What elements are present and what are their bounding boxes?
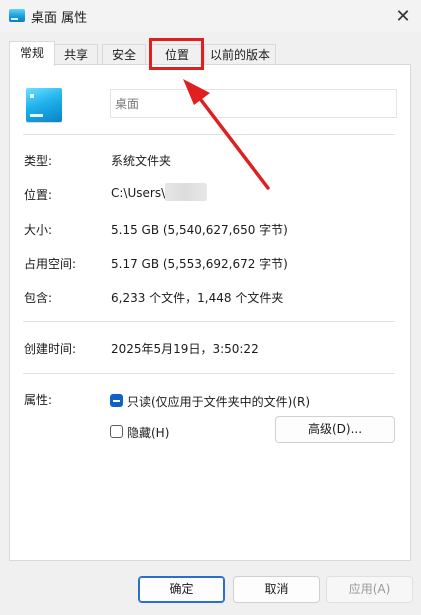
window-title: 桌面 属性 xyxy=(31,11,88,26)
type-value: 系统文件夹 xyxy=(111,154,172,168)
title-bar: 桌面 属性 ✕ xyxy=(0,0,421,32)
location-label: 位置: xyxy=(24,188,53,202)
hidden-checkbox[interactable] xyxy=(110,425,123,438)
advanced-button[interactable]: 高级(D)... xyxy=(275,416,395,443)
location-value: C:\Users\ xyxy=(111,183,208,201)
general-panel: 桌面 类型: 系统文件夹 位置: C:\Users\ 大小: 5.15 GB (… xyxy=(9,64,411,561)
contains-value: 6,233 个文件，1,448 个文件夹 xyxy=(111,291,284,305)
tab-general[interactable]: 常规 xyxy=(9,41,55,66)
disk-size-value: 5.17 GB (5,553,692,672 字节) xyxy=(111,257,288,271)
divider xyxy=(23,134,395,135)
size-label: 大小: xyxy=(24,223,53,237)
created-label: 创建时间: xyxy=(24,342,77,356)
tab-sharing[interactable]: 共享 xyxy=(54,44,98,65)
location-path: C:\Users\ xyxy=(111,186,166,200)
type-label: 类型: xyxy=(24,154,53,168)
divider xyxy=(23,373,395,374)
size-value: 5.15 GB (5,540,627,650 字节) xyxy=(111,223,288,237)
readonly-checkbox[interactable] xyxy=(110,394,123,407)
folder-icon xyxy=(26,88,62,122)
ok-button[interactable]: 确定 xyxy=(138,576,225,603)
readonly-label[interactable]: 只读(仅应用于文件夹中的文件)(R) xyxy=(127,393,310,410)
redacted-username xyxy=(165,183,208,201)
apply-button[interactable]: 应用(A) xyxy=(326,576,413,603)
cancel-button[interactable]: 取消 xyxy=(233,576,320,603)
tab-previous-versions[interactable]: 以前的版本 xyxy=(204,44,276,65)
divider xyxy=(23,321,395,322)
created-value: 2025年5月19日，3:50:22 xyxy=(111,342,259,356)
close-icon: ✕ xyxy=(395,5,411,27)
tab-security[interactable]: 安全 xyxy=(102,44,146,65)
contains-label: 包含: xyxy=(24,291,53,305)
close-button[interactable]: ✕ xyxy=(392,5,414,27)
disk-size-label: 占用空间: xyxy=(24,257,77,271)
annotation-highlight-box xyxy=(149,38,204,70)
attributes-label: 属性: xyxy=(24,393,53,407)
folder-icon xyxy=(9,9,25,22)
folder-name-input[interactable]: 桌面 xyxy=(110,89,397,118)
hidden-label[interactable]: 隐藏(H) xyxy=(127,424,169,441)
